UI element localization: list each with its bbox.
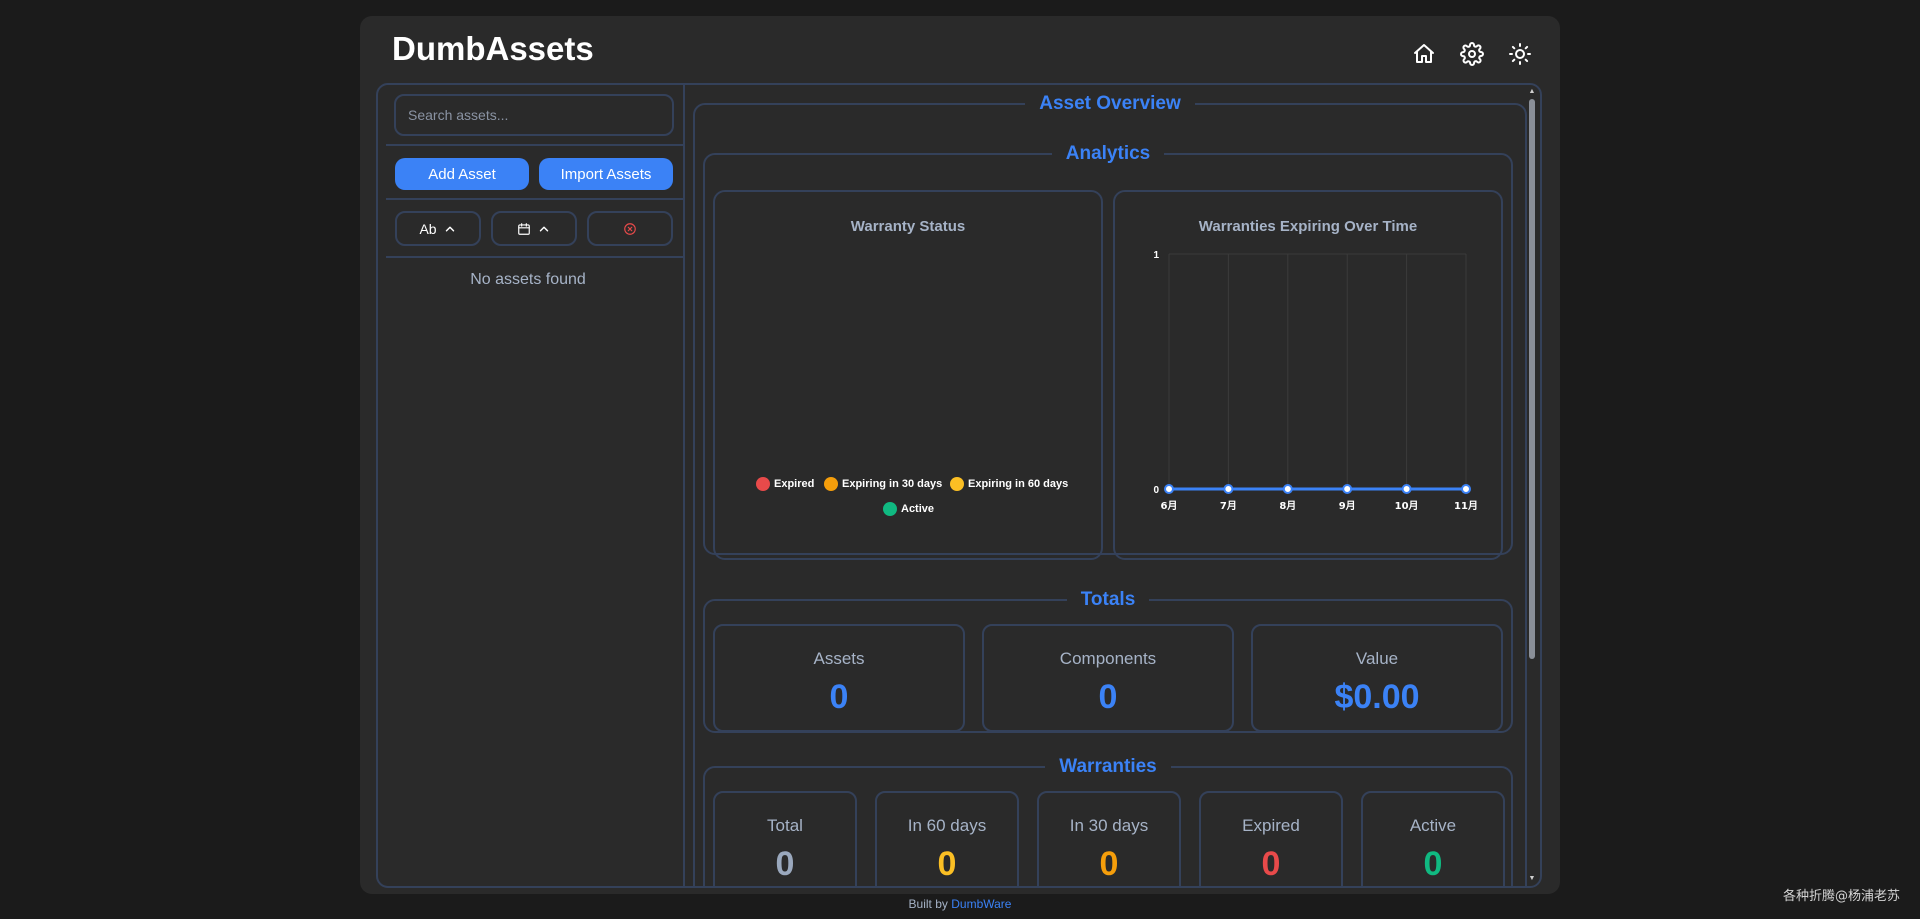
line-chart-svg: 0 1 6月 7月 8月 9月 10月 11月 bbox=[1153, 250, 1478, 512]
warranty-status-chart: Warranty Status Expired Expiring in 30 d… bbox=[713, 190, 1103, 560]
stat-label: Components bbox=[1059, 649, 1157, 668]
legend-expired[interactable]: Expired bbox=[756, 477, 814, 491]
sidebar: Add Asset Import Assets Ab No assets fou… bbox=[378, 85, 685, 886]
legend-expiring-60[interactable]: Expiring in 60 days bbox=[950, 477, 1068, 491]
dumbware-link[interactable]: DumbWare bbox=[951, 897, 1011, 911]
chevron-up-icon bbox=[539, 226, 549, 231]
scroll-up-arrow[interactable]: ▲ bbox=[1528, 88, 1536, 95]
value-total-card[interactable]: Value $0.00 bbox=[1251, 624, 1503, 732]
legend-swatch bbox=[950, 477, 964, 491]
import-assets-button[interactable]: Import Assets bbox=[539, 158, 673, 190]
legend-label: Active bbox=[901, 503, 935, 515]
stat-label: In 30 days bbox=[1069, 816, 1149, 835]
assets-total-card[interactable]: Assets 0 bbox=[713, 624, 965, 732]
x-tick-label: 9月 bbox=[1339, 500, 1356, 512]
dashboard: ▲ ▼ Asset Overview Analytics Warranty St… bbox=[685, 85, 1540, 886]
x-tick-label: 7月 bbox=[1220, 500, 1237, 512]
totals-section: Totals Assets 0 Components 0 Value $0.00 bbox=[703, 589, 1513, 733]
data-point bbox=[1282, 484, 1293, 494]
stat-value: 0 bbox=[1099, 845, 1119, 883]
warranties-expiring-chart: Warranties Expiring Over Time 0 1 6月 7月 8月 9月… bbox=[1113, 190, 1503, 560]
stat-value: 0 bbox=[1261, 845, 1281, 883]
stat-value: 0 bbox=[937, 845, 957, 883]
y-tick-label: 1 bbox=[1153, 250, 1159, 261]
sort-by-date-button[interactable] bbox=[491, 211, 577, 246]
sun-icon bbox=[1509, 43, 1531, 65]
y-tick-label: 0 bbox=[1153, 485, 1159, 496]
legend-swatch bbox=[883, 502, 897, 516]
legend-label: Expiring in 30 days bbox=[842, 478, 943, 490]
header-actions bbox=[1410, 40, 1534, 68]
legend-label: Expired bbox=[774, 478, 815, 490]
add-asset-button[interactable]: Add Asset bbox=[395, 158, 529, 190]
theme-toggle-button[interactable] bbox=[1506, 40, 1534, 68]
calendar-icon bbox=[518, 222, 530, 235]
warranty-stat-card[interactable]: Active 0 bbox=[1361, 791, 1505, 886]
data-point bbox=[1461, 484, 1471, 494]
close-circle-icon bbox=[624, 222, 636, 235]
scrollbar[interactable]: ▲ ▼ bbox=[1528, 88, 1536, 882]
stat-label: Value bbox=[1355, 649, 1399, 668]
warranties-section: Warranties Total 0 In 60 days 0 In 30 days 0 E… bbox=[703, 756, 1513, 886]
gear-icon bbox=[1460, 42, 1484, 66]
main-container: Add Asset Import Assets Ab No assets fou… bbox=[376, 83, 1542, 888]
home-icon bbox=[1414, 44, 1434, 63]
components-total-card[interactable]: Components 0 bbox=[982, 624, 1234, 732]
x-tick-label: 10月 bbox=[1395, 500, 1419, 512]
data-point bbox=[1223, 484, 1234, 494]
data-point bbox=[1401, 484, 1412, 494]
warranty-status-title: Warranty Status bbox=[850, 218, 966, 235]
stat-value: 0 bbox=[1423, 845, 1443, 883]
settings-button[interactable] bbox=[1458, 40, 1486, 68]
chevron-up-icon bbox=[445, 226, 454, 231]
clear-sort-button[interactable] bbox=[587, 211, 673, 246]
stat-label: Expired bbox=[1242, 816, 1300, 835]
watermark: 各种折腾@杨浦老苏 bbox=[1782, 889, 1900, 904]
scroll-thumb[interactable] bbox=[1529, 99, 1535, 659]
sort-name-label: Ab bbox=[419, 220, 437, 237]
analytics-section: Analytics Warranty Status Expired Expiri… bbox=[703, 143, 1513, 560]
legend-label: Expiring in 60 days bbox=[968, 478, 1069, 490]
legend-swatch bbox=[824, 477, 838, 491]
sidebar-divider bbox=[386, 144, 683, 146]
warranties-title: Warranties bbox=[1059, 756, 1157, 777]
empty-assets-message: No assets found bbox=[470, 271, 586, 288]
stat-label: Assets bbox=[813, 649, 865, 668]
asset-overview-title: Asset Overview bbox=[1039, 93, 1181, 114]
footer: Built by DumbWare bbox=[0, 897, 1920, 911]
legend-active[interactable]: Active bbox=[883, 502, 934, 516]
footer-prefix: Built by bbox=[908, 897, 948, 911]
totals-title: Totals bbox=[1080, 589, 1136, 610]
stat-value: 0 bbox=[1098, 678, 1118, 716]
x-tick-label: 8月 bbox=[1279, 500, 1296, 512]
scroll-down-arrow[interactable]: ▼ bbox=[1528, 875, 1536, 882]
stat-label: Active bbox=[1409, 816, 1457, 835]
legend-expiring-30[interactable]: Expiring in 30 days bbox=[824, 477, 942, 491]
data-point bbox=[1342, 484, 1353, 494]
search-input[interactable] bbox=[394, 94, 674, 136]
stat-value: 0 bbox=[829, 678, 849, 716]
warranty-stat-card[interactable]: In 30 days 0 bbox=[1037, 791, 1181, 886]
data-point bbox=[1164, 484, 1174, 494]
stat-value: $0.00 bbox=[1334, 678, 1420, 716]
sort-by-name-button[interactable]: Ab bbox=[395, 211, 481, 246]
warranty-stat-card[interactable]: In 60 days 0 bbox=[875, 791, 1019, 886]
x-tick-label: 11月 bbox=[1454, 500, 1478, 512]
warranty-stat-card[interactable]: Total 0 bbox=[713, 791, 857, 886]
home-button[interactable] bbox=[1410, 40, 1438, 68]
app-title: DumbAssets bbox=[392, 30, 594, 67]
stat-value: 0 bbox=[775, 845, 795, 883]
analytics-title: Analytics bbox=[1065, 143, 1151, 164]
legend-swatch bbox=[756, 477, 770, 491]
stat-label: In 60 days bbox=[907, 816, 987, 835]
asset-overview-section: Asset Overview Analytics Warranty Status… bbox=[693, 93, 1527, 886]
app-window: DumbAssets Add Asset Import Assets bbox=[360, 16, 1560, 894]
warranty-stat-card[interactable]: Expired 0 bbox=[1199, 791, 1343, 886]
sidebar-divider bbox=[386, 198, 683, 200]
sidebar-divider bbox=[386, 256, 683, 258]
stat-label: Total bbox=[767, 816, 803, 835]
x-tick-label: 6月 bbox=[1161, 500, 1178, 512]
